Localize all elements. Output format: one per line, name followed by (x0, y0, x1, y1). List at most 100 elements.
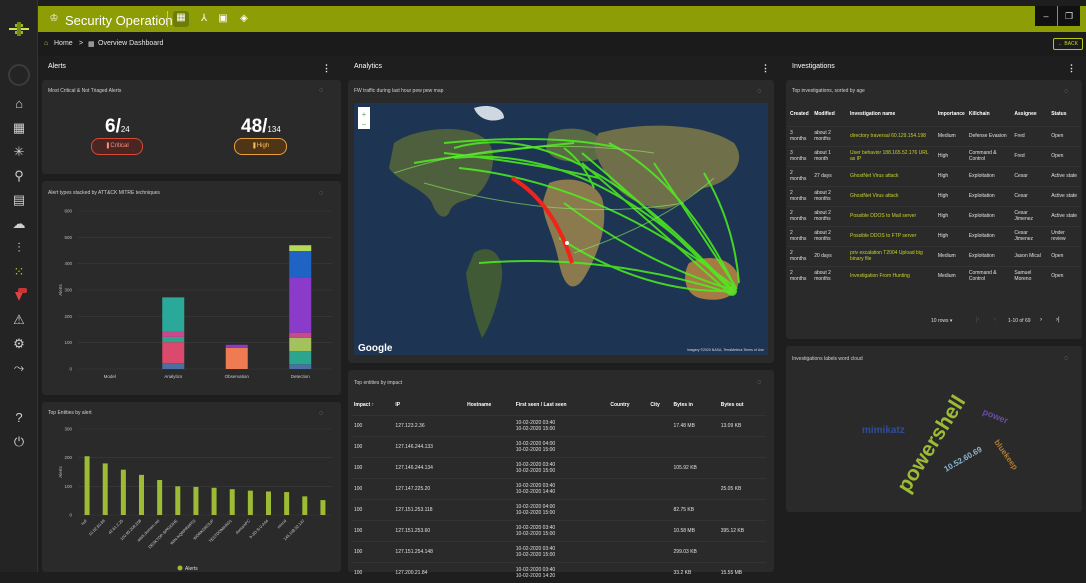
next-page-button[interactable]: › (1040, 317, 1042, 323)
cell-ip: 127.146.244.133 (393, 435, 466, 457)
analytics-menu-button[interactable]: ⋮ (761, 63, 770, 73)
entity-bar (120, 469, 126, 515)
table-row[interactable]: 2 months about 2 months Investigation From… (788, 265, 1080, 286)
high-badge[interactable]: ❚High (234, 138, 287, 155)
last-page-button[interactable]: ›| (1056, 317, 1060, 323)
user-avatar[interactable] (8, 64, 30, 86)
minimize-button[interactable]: – (1035, 6, 1057, 26)
table-row[interactable]: 100 127.200.21.84 10-02-2020 03:40 10-02-2… (352, 561, 766, 583)
power-icon[interactable]: ⏻ (11, 434, 27, 450)
operations-logo-icon: ♔ (49, 13, 59, 24)
cell-status: Open (1049, 265, 1080, 286)
column-header[interactable]: IP (393, 395, 465, 415)
first-page-button[interactable]: |‹ (976, 317, 980, 323)
table-row[interactable]: 2 months about 2 months GhostNet Virus att… (788, 185, 1080, 206)
dashboard-grid-icon[interactable]: ▦ (11, 120, 27, 136)
table-row[interactable]: 100 127.151.254.148 10-02-2020 03:40 10-02… (352, 540, 766, 562)
column-header[interactable]: Bytes in (672, 395, 719, 415)
investigations-menu-button[interactable]: ⋮ (1067, 63, 1076, 73)
cell-bytes-out (718, 498, 766, 520)
table-row[interactable]: 100 127.146.244.134 10-02-2020 03:40 10-02… (352, 456, 766, 478)
cell-name[interactable]: Possible DDOS to FTP server (848, 225, 936, 246)
column-header[interactable]: First seen / Last seen (514, 395, 609, 415)
home-icon[interactable]: ⌂ (11, 96, 27, 112)
target-icon[interactable]: ◈ (237, 12, 251, 26)
column-header[interactable]: Killchain (967, 102, 1013, 126)
rows-per-page-select[interactable]: 10 rows ▾ (931, 318, 952, 324)
table-row[interactable]: 100 127.123.2.36 10-02-2020 03:40 10-02-20… (352, 414, 766, 436)
search-icon[interactable]: ⚲ (11, 168, 27, 184)
hide-icon[interactable]: ◌ (757, 379, 767, 387)
table-row[interactable]: 2 months about 2 months Possible DDOS to M… (788, 205, 1080, 226)
cell-importance: Medium (935, 265, 967, 286)
help-icon[interactable]: ? (11, 410, 27, 426)
table-row[interactable]: 2 months 27 days GhostNet Virus attack High… (788, 165, 1080, 186)
top-entities-chart-card: Top Entities by alert ◌ 0 100 200 300 Alerts… (42, 402, 341, 572)
share-icon[interactable]: ⅄ (197, 12, 211, 26)
notifications-icon[interactable] (11, 288, 27, 304)
column-header[interactable]: Created (788, 102, 812, 126)
cell-name[interactable]: Possible DDOS to Mail server (848, 205, 936, 226)
cell-name[interactable]: GhostNet Virus attack (848, 185, 936, 206)
apps-icon[interactable]: ⁙ (11, 264, 27, 280)
cell-killchain: Exploitation (966, 225, 1013, 246)
page-range: 1-10 of 69 (1008, 318, 1031, 324)
hide-icon[interactable]: ◌ (319, 87, 329, 95)
hide-icon[interactable]: ◌ (1064, 88, 1074, 96)
column-header[interactable]: Modified (812, 102, 848, 126)
cell-modified: about 2 months (812, 205, 848, 226)
cell-name[interactable]: priv escalation T2004 Upload big binary … (848, 245, 936, 266)
table-row[interactable]: 2 months 20 days priv escalation T2004 Upl… (788, 245, 1080, 266)
workflow-icon[interactable]: ⤳ (11, 360, 27, 376)
cell-city (648, 540, 672, 562)
entity-bar (175, 486, 181, 515)
back-button[interactable]: ← BACK (1053, 38, 1083, 50)
column-header[interactable]: Importance (936, 102, 967, 126)
column-header[interactable]: City (648, 395, 671, 415)
filters-icon[interactable]: ⫶ (11, 240, 27, 256)
table-row[interactable]: 100 127.146.244.133 10-02-2020 04:00 10-02… (352, 435, 766, 457)
warning-icon[interactable]: ⚠ (11, 312, 27, 328)
alerts-menu-button[interactable]: ⋮ (322, 63, 331, 73)
settings-icon[interactable]: ⚙ (11, 336, 27, 352)
y-tick-label: 0 (69, 513, 72, 518)
cell-importance: Medium (935, 125, 967, 146)
cell-name[interactable]: Investigation From Hunting (848, 265, 936, 286)
column-header[interactable]: Status (1049, 102, 1080, 126)
cloud-icon[interactable]: ☁ (11, 216, 27, 232)
cell-importance: Medium (935, 245, 967, 266)
prev-page-button[interactable]: ‹ (994, 317, 996, 323)
column-header[interactable]: Country (608, 395, 648, 415)
network-icon[interactable]: ✳ (11, 144, 27, 160)
restore-button[interactable]: ❐ (1058, 6, 1080, 26)
dashboards-icon[interactable]: ▦ (173, 11, 189, 27)
document-icon[interactable]: ▣ (216, 12, 230, 26)
table-row[interactable]: 3 months about 1 month User behavior 188.1… (788, 145, 1080, 166)
cell-name[interactable]: directory traversal 60.129.154.198 (848, 125, 936, 146)
table-row[interactable]: 100 127.151.253.60 10-02-2020 03:40 10-02-… (352, 519, 766, 541)
cell-name[interactable]: User behavior 188.165.52.176 URL as IP (848, 145, 936, 166)
cell-country (608, 498, 649, 520)
column-header[interactable]: Hostname (465, 395, 514, 415)
cell-assignee: Fred (1012, 125, 1050, 146)
pew-pew-map[interactable]: + − Google Imagery ©2020 NASA, TerraMetr… (354, 103, 768, 355)
column-header[interactable]: Impact ↑ (352, 395, 393, 415)
entity-bar (157, 480, 163, 515)
column-header[interactable]: Investigation name (848, 102, 936, 126)
table-row[interactable]: 100 127.147.225.20 10-02-2020 03:40 10-02-… (352, 477, 766, 499)
column-header[interactable]: Bytes out (719, 395, 766, 415)
table-row[interactable]: 3 months about 2 months directory traversa… (788, 125, 1080, 146)
table-row[interactable]: 2 months about 2 months Possible DDOS to F… (788, 225, 1080, 246)
cell-modified: about 2 months (812, 185, 848, 206)
y-tick-label: 500 (64, 235, 72, 240)
column-header[interactable]: Assignee (1012, 102, 1049, 126)
cell-name[interactable]: GhostNet Virus attack (848, 165, 936, 186)
home-crumb-icon[interactable]: ⌂ (44, 40, 48, 47)
breadcrumb-home[interactable]: Home (54, 40, 73, 47)
hide-icon[interactable]: ◌ (757, 88, 767, 96)
critical-badge[interactable]: ❚Critical (91, 138, 143, 155)
table-row[interactable]: 100 127.151.253.118 10-02-2020 04:00 10-02… (352, 498, 766, 520)
cell-hostname (465, 498, 514, 520)
cell-created: 2 months (788, 245, 813, 266)
reports-icon[interactable]: ▤ (11, 192, 27, 208)
